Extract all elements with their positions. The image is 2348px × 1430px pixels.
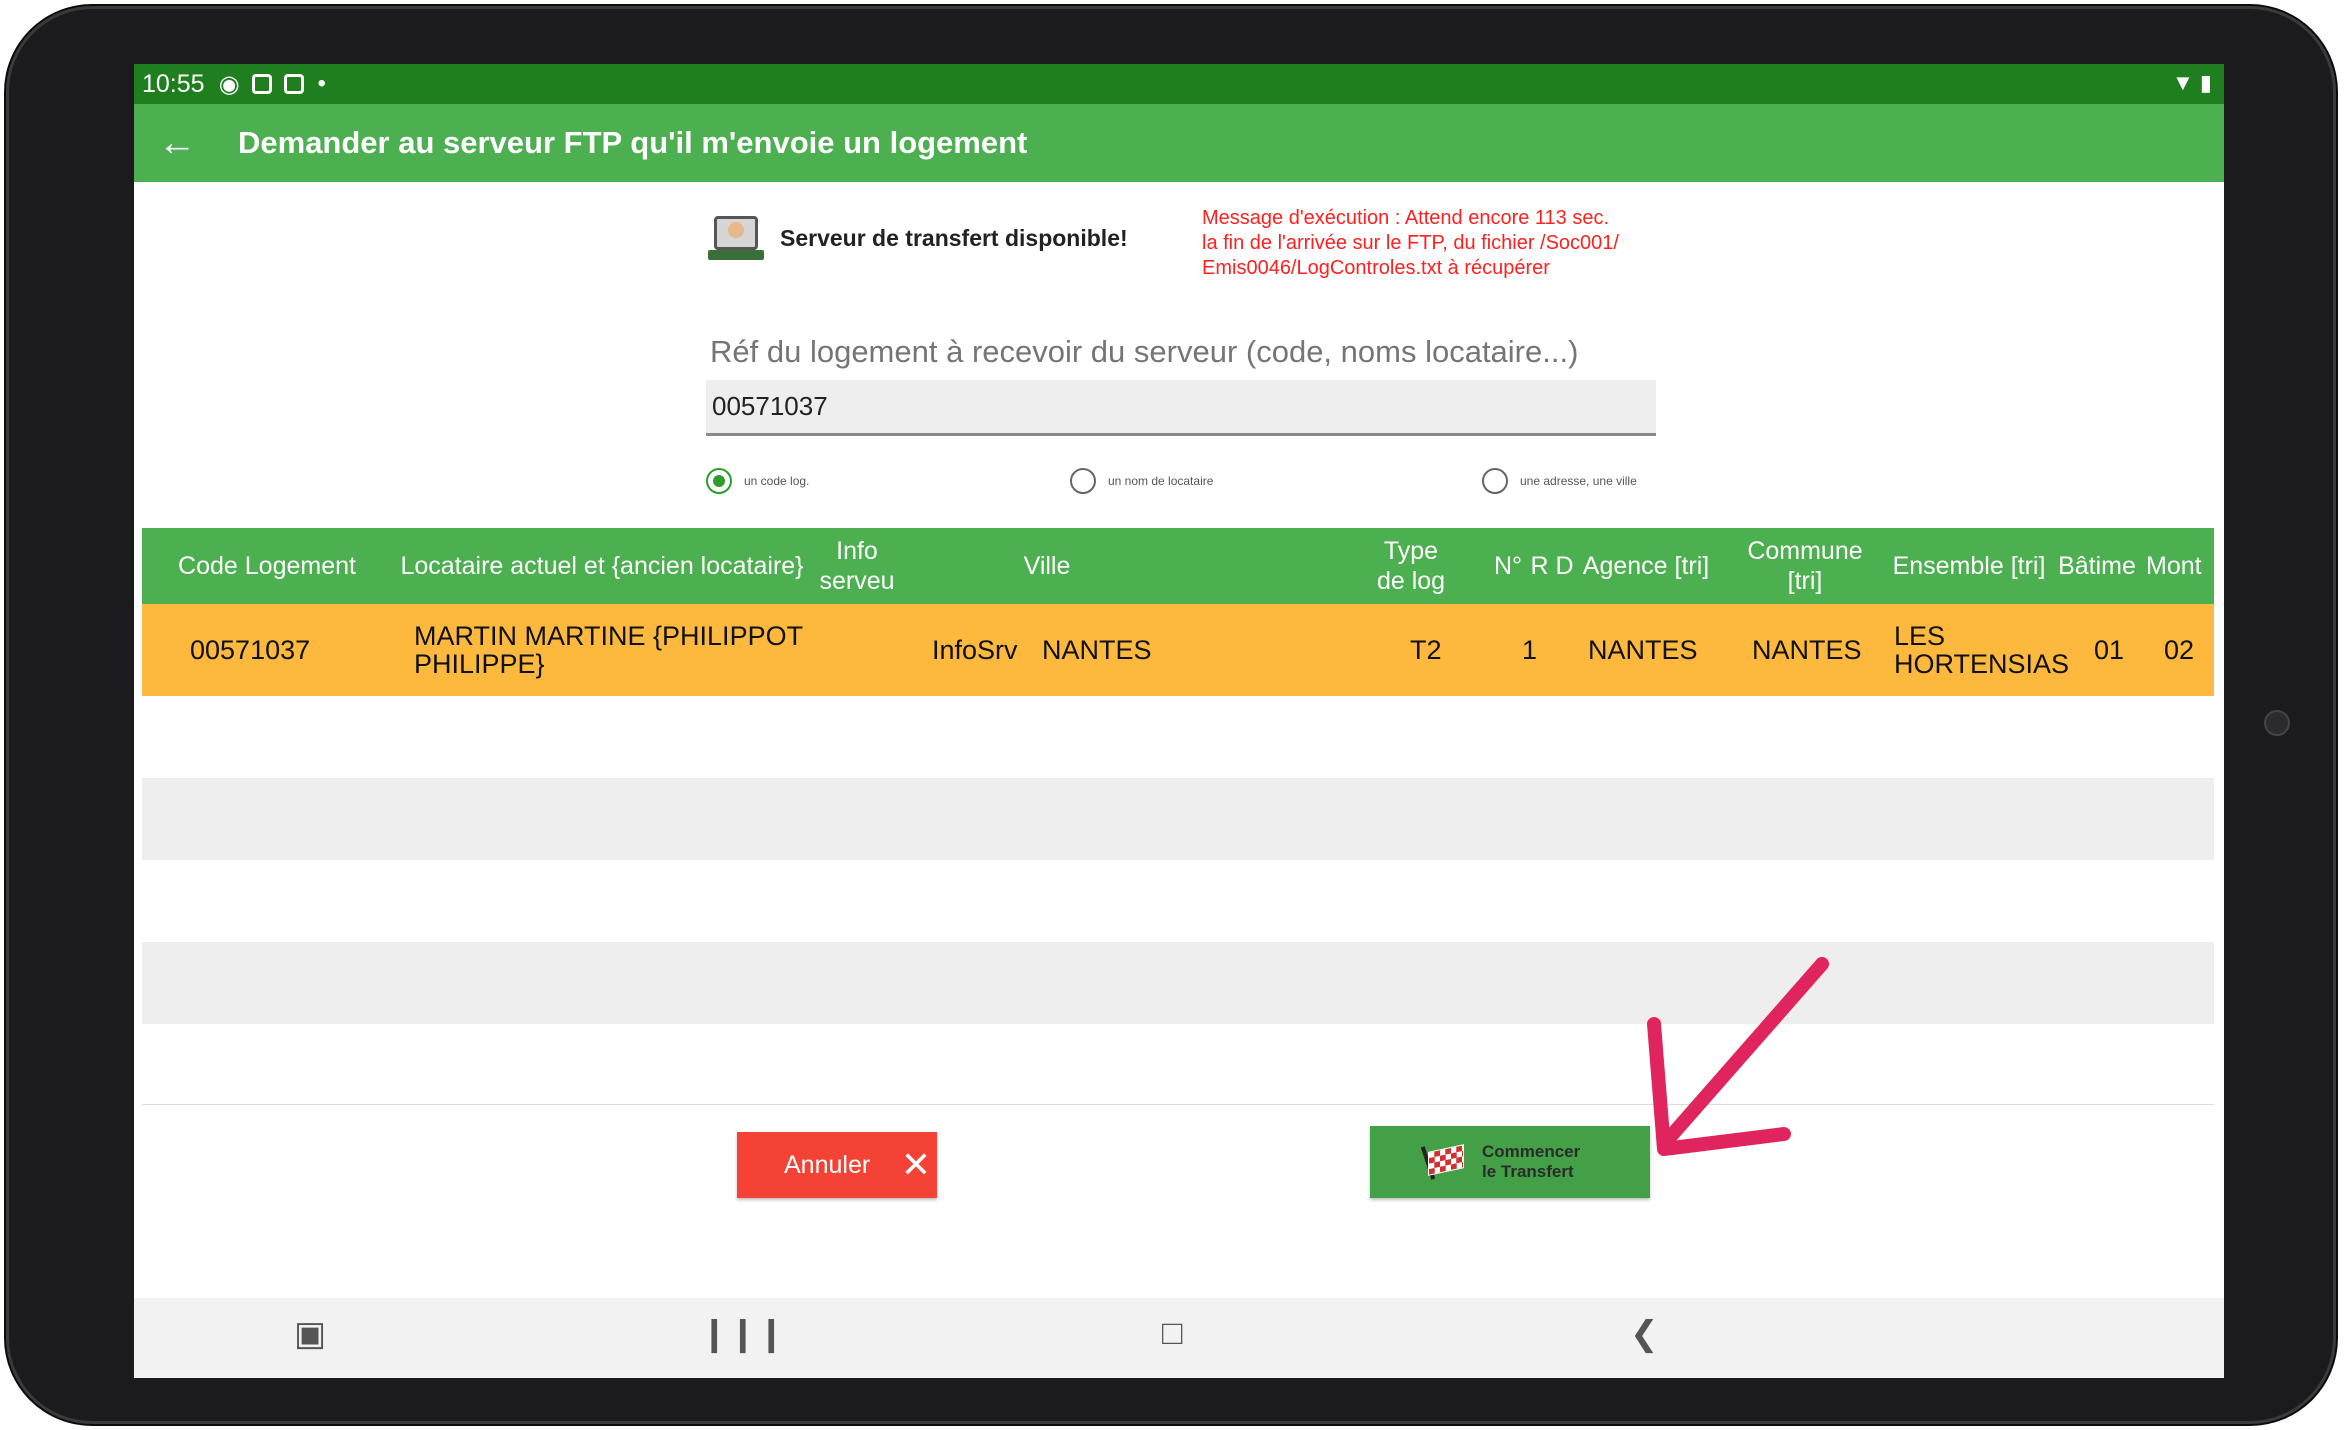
radio-label: un nom de locataire (1108, 474, 1214, 488)
recent-apps-icon[interactable]: ❙❙❙ (700, 1314, 785, 1354)
col-type-line: Type (1383, 537, 1439, 565)
cancel-label: Annuler (784, 1150, 871, 1179)
camera-icon (2264, 710, 2290, 736)
status-right: ▼ ▮ (2172, 70, 2212, 96)
eye-icon: ◉ (218, 70, 240, 98)
radio-unselected-icon[interactable] (1070, 468, 1096, 494)
start-transfer-label: Commencer le Transfert (1482, 1142, 1580, 1182)
radio-label: une adresse, une ville (1520, 474, 1637, 488)
screen-icon[interactable]: ▣ (294, 1314, 326, 1354)
home-icon[interactable]: □ (1162, 1314, 1183, 1353)
cell-ensemble-line: LES (1894, 621, 1946, 651)
cell-type: T2 (1410, 635, 1442, 665)
col-ville[interactable]: Ville (912, 528, 1182, 604)
col-rd[interactable]: R D (1528, 528, 1576, 604)
col-locataire[interactable]: Locataire actuel et {ancien locataire} (400, 528, 803, 604)
start-label-line: Commencer (1482, 1142, 1581, 1161)
cell-commune: NANTES (1752, 635, 1862, 665)
col-info[interactable]: Info serveu (812, 528, 902, 604)
cell-batiment: 01 (2094, 635, 2125, 665)
table-row-empty[interactable] (142, 860, 2214, 942)
cell-info: InfoSrv (932, 635, 1018, 665)
table-row-empty[interactable] (142, 696, 2214, 778)
cell-montee: 02 (2164, 635, 2195, 665)
battery-icon: ▮ (2199, 70, 2212, 95)
radio-label: un code log. (744, 474, 810, 488)
col-type[interactable]: Type de log (1366, 528, 1456, 604)
page-title: Demander au serveur FTP qu'il m'envoie u… (238, 125, 1028, 160)
cell-code: 00571037 (190, 635, 311, 665)
col-commune-line: [tri] (1787, 567, 1823, 595)
col-type-line: de log (1376, 567, 1446, 595)
exec-message-line: Emis0046/LogControles.txt à récupérer (1202, 257, 1550, 279)
dot-icon: • (317, 70, 326, 97)
status-time: 10:55 (142, 69, 205, 98)
table-row-empty[interactable] (142, 778, 2214, 860)
system-nav-bar: ▣ ❙❙❙ □ ❮ (134, 1298, 2224, 1378)
table-row-empty[interactable] (142, 942, 2214, 1024)
search-label: Réf du logement à recevoir du serveur (c… (710, 334, 1579, 369)
col-num[interactable]: N° (1488, 528, 1528, 604)
cell-ensemble-line: HORTENSIAS (1894, 649, 2070, 679)
table-row-empty[interactable] (142, 1024, 2214, 1106)
col-info-line: serveu (819, 567, 895, 595)
radio-adresse-ville[interactable]: une adresse, une ville (1482, 468, 1637, 494)
radio-unselected-icon[interactable] (1482, 468, 1508, 494)
radio-code-log[interactable]: un code log. (706, 468, 809, 494)
server-operator-icon (708, 216, 764, 260)
start-transfer-button[interactable]: Commencer le Transfert (1370, 1126, 1650, 1198)
radio-nom-locataire[interactable]: un nom de locataire (1070, 468, 1213, 494)
col-info-line: Info (836, 537, 878, 565)
cancel-button[interactable]: Annuler ✕ (737, 1132, 937, 1198)
col-commune[interactable]: Commune [tri] (1742, 528, 1868, 604)
wifi-icon: ▼ (2171, 70, 2194, 95)
exec-message-line: la fin de l'arrivée sur le FTP, du fichi… (1202, 232, 1619, 254)
app-bar: ← Demander au serveur FTP qu'il m'envoie… (134, 104, 2224, 182)
screencast-icon (283, 74, 304, 94)
pointing-arrow-icon (1647, 957, 1829, 1156)
cell-ensemble: LES HORTENSIAS (1894, 604, 2069, 696)
col-batiment[interactable]: Bâtime (2052, 528, 2142, 604)
server-status: Serveur de transfert disponible! (708, 216, 1128, 260)
cell-agence: NANTES (1588, 635, 1698, 665)
back-icon[interactable]: ❮ (1630, 1314, 1659, 1354)
col-montee[interactable]: Mont (2146, 528, 2212, 604)
col-agence[interactable]: Agence [tri] (1578, 528, 1714, 604)
exec-message: Message d'exécution : Attend encore 113 … (1202, 206, 1662, 281)
table-row[interactable]: 00571037 MARTIN MARTINE {PHILIPPOT PHILI… (142, 604, 2214, 696)
col-ensemble[interactable]: Ensemble [tri] (1886, 528, 2052, 604)
server-status-text: Serveur de transfert disponible! (780, 224, 1128, 251)
search-input[interactable] (706, 380, 1656, 436)
radio-selected-icon[interactable] (706, 468, 732, 494)
table-header: Code Logement Locataire actuel et {ancie… (142, 528, 2214, 604)
cell-locataire-line: MARTIN MARTINE {PHILIPPOT (414, 621, 804, 651)
col-commune-line: Commune (1747, 537, 1863, 565)
start-label-line: le Transfert (1482, 1162, 1574, 1181)
tablet-frame: 10:55 ◉ • ▼ ▮ ← Demander au serveur FTP … (6, 6, 2336, 1424)
results-table: Code Logement Locataire actuel et {ancie… (142, 528, 2214, 1105)
col-code[interactable]: Code Logement (152, 528, 382, 604)
device-screen: 10:55 ◉ • ▼ ▮ ← Demander au serveur FTP … (134, 64, 2224, 1378)
cell-num: 1 (1522, 635, 1538, 665)
close-icon: ✕ (900, 1144, 931, 1185)
cell-ville: NANTES (1042, 635, 1152, 665)
status-bar: 10:55 ◉ • ▼ ▮ (134, 64, 2224, 104)
checkered-flag-icon (1420, 1144, 1468, 1180)
cell-locataire-line: PHILIPPE} (414, 649, 545, 679)
cell-locataire: MARTIN MARTINE {PHILIPPOT PHILIPPE} (414, 604, 803, 696)
arrow-left-icon[interactable]: ← (158, 122, 208, 165)
screencast-icon (251, 74, 272, 94)
exec-message-line: Message d'exécution : Attend encore 113 … (1202, 207, 1610, 229)
